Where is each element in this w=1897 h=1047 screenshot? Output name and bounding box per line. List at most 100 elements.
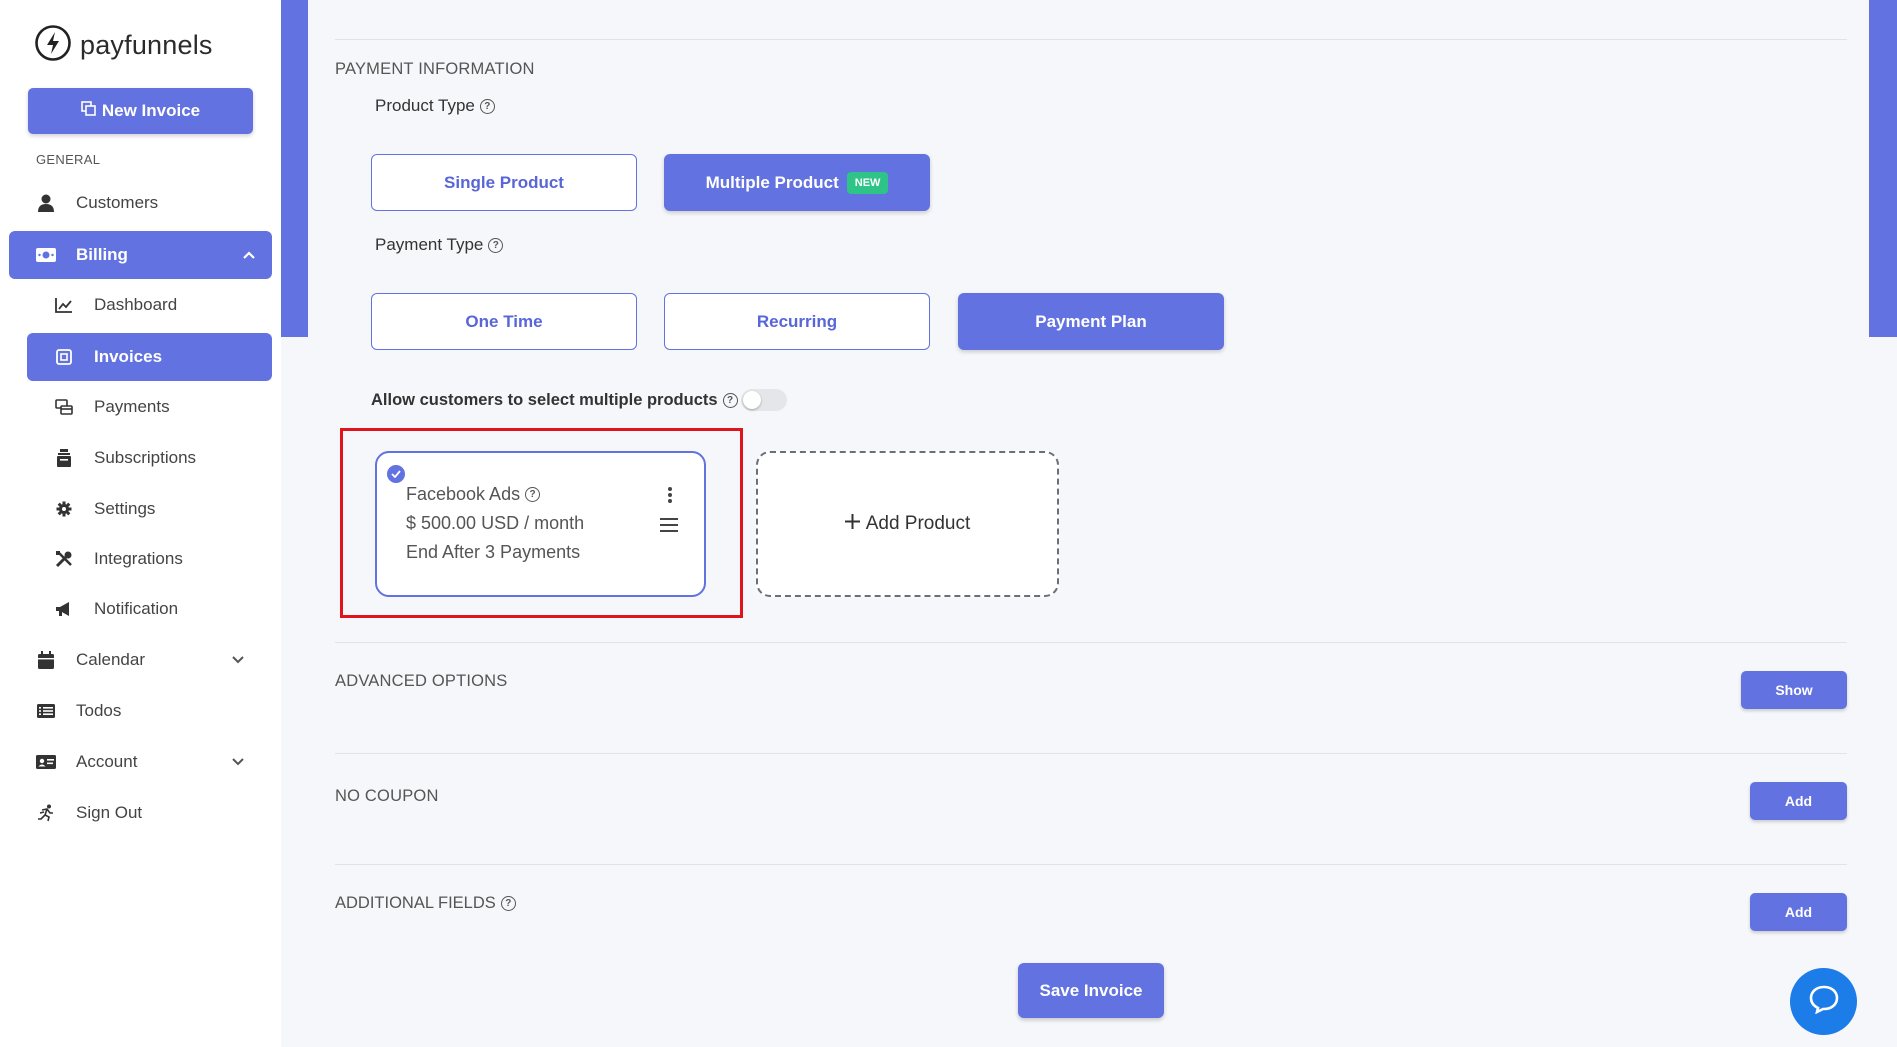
sidebar-item-label: Payments xyxy=(94,397,170,416)
product-price: $ 500.00 USD / month xyxy=(406,513,585,533)
sidebar-item-label: Todos xyxy=(76,701,122,720)
multiple-product-option[interactable]: Multiple Product NEW xyxy=(664,154,930,211)
sidebar-item-subscriptions[interactable]: Subscriptions xyxy=(54,434,254,482)
new-invoice-button[interactable]: New Invoice xyxy=(28,88,253,134)
divider xyxy=(335,642,1847,643)
product-card[interactable]: Facebook Ads ? $ 500.00 USD / month End … xyxy=(375,451,706,597)
help-icon[interactable]: ? xyxy=(500,896,516,911)
sidebar-item-settings[interactable]: Settings xyxy=(54,485,254,533)
new-badge: NEW xyxy=(846,171,889,194)
sidebar-item-notification[interactable]: Notification xyxy=(54,585,254,633)
add-product-button[interactable]: Add Product xyxy=(756,451,1059,597)
divider xyxy=(335,753,1847,754)
drag-handle-icon[interactable] xyxy=(660,518,678,537)
bolt-circle-icon xyxy=(34,24,72,67)
subscriptions-icon xyxy=(54,448,74,468)
allow-multiple-products-label: Allow customers to select multiple produ… xyxy=(371,391,738,410)
payments-icon xyxy=(54,397,74,417)
payment-information-heading: PAYMENT INFORMATION xyxy=(335,60,535,78)
brand-logo[interactable]: payfunnels xyxy=(34,24,213,67)
money-bill-icon xyxy=(36,245,56,265)
gear-icon xyxy=(54,499,74,519)
payment-type-label: Payment Type ? xyxy=(375,235,504,255)
list-icon xyxy=(36,701,56,721)
new-invoice-label: New Invoice xyxy=(101,101,201,120)
accent-bar-right xyxy=(1869,0,1897,337)
show-advanced-options-button[interactable]: Show xyxy=(1741,671,1847,709)
single-product-label: Single Product xyxy=(444,172,564,192)
invoice-icon xyxy=(54,347,74,367)
check-circle-icon xyxy=(387,465,405,483)
megaphone-icon xyxy=(54,599,74,619)
sidebar-item-integrations[interactable]: Integrations xyxy=(54,535,254,583)
sidebar-item-billing[interactable]: Billing xyxy=(9,231,272,279)
section-general-label: GENERAL xyxy=(36,152,101,167)
payment-type-text: Payment Type xyxy=(375,235,484,254)
help-icon[interactable]: ? xyxy=(488,237,504,253)
product-type-text: Product Type xyxy=(375,96,475,115)
chevron-down-icon xyxy=(231,650,245,670)
single-product-option[interactable]: Single Product xyxy=(371,154,637,211)
chat-support-button[interactable] xyxy=(1790,968,1857,1035)
sidebar-item-account[interactable]: Account xyxy=(36,738,261,786)
sidebar-item-invoices[interactable]: Invoices xyxy=(27,333,272,381)
divider xyxy=(335,864,1847,865)
one-time-label: One Time xyxy=(465,311,543,331)
payment-plan-option[interactable]: Payment Plan xyxy=(958,293,1224,350)
product-end: End After 3 Payments xyxy=(406,542,581,562)
more-vertical-icon[interactable] xyxy=(667,486,673,509)
sidebar-item-label: Notification xyxy=(94,599,179,618)
product-name: Facebook Ads xyxy=(406,484,521,504)
add-coupon-button[interactable]: Add xyxy=(1750,782,1847,820)
advanced-options-heading: ADVANCED OPTIONS xyxy=(335,672,508,690)
sidebar-item-calendar[interactable]: Calendar xyxy=(36,636,261,684)
add-product-label: Add Product xyxy=(865,513,971,534)
product-type-label: Product Type ? xyxy=(375,96,495,116)
toggle-knob xyxy=(743,391,761,409)
help-icon[interactable]: ? xyxy=(722,393,738,408)
sidebar-item-label: Settings xyxy=(94,499,156,518)
brand-name: payfunnels xyxy=(80,29,213,60)
help-icon[interactable]: ? xyxy=(525,487,541,502)
sidebar-item-label: Calendar xyxy=(76,650,145,669)
accent-bar-left xyxy=(281,0,308,337)
sidebar-item-label: Dashboard xyxy=(94,295,178,314)
one-time-option[interactable]: One Time xyxy=(371,293,637,350)
sidebar-item-todos[interactable]: Todos xyxy=(36,687,261,735)
calendar-icon xyxy=(36,650,56,670)
help-icon[interactable]: ? xyxy=(479,98,495,114)
chevron-down-icon xyxy=(231,752,245,772)
additional-fields-text: ADDITIONAL FIELDS xyxy=(335,894,496,912)
sidebar-item-label: Billing xyxy=(76,245,128,264)
chevron-up-icon xyxy=(242,245,256,265)
sidebar-item-customers[interactable]: Customers xyxy=(36,179,261,227)
recurring-option[interactable]: Recurring xyxy=(664,293,930,350)
no-coupon-heading: NO COUPON xyxy=(335,787,439,805)
payment-plan-label: Payment Plan xyxy=(1035,311,1147,331)
sidebar-item-sign-out[interactable]: Sign Out xyxy=(36,789,261,837)
sidebar-item-payments[interactable]: Payments xyxy=(54,383,254,431)
plus-icon xyxy=(844,513,860,535)
chart-line-icon xyxy=(54,295,74,315)
copy-icon xyxy=(81,101,96,121)
multiple-product-label: Multiple Product xyxy=(705,172,839,192)
user-icon xyxy=(36,193,56,213)
save-invoice-button[interactable]: Save Invoice xyxy=(1018,963,1164,1018)
sidebar-item-label: Account xyxy=(76,752,138,771)
tools-icon xyxy=(54,549,74,569)
add-additional-fields-button[interactable]: Add xyxy=(1750,893,1847,931)
sidebar-item-label: Sign Out xyxy=(76,803,143,822)
sidebar-item-label: Subscriptions xyxy=(94,448,197,467)
additional-fields-heading: ADDITIONAL FIELDS ? xyxy=(335,894,516,913)
chat-icon xyxy=(1808,984,1840,1019)
allow-multiple-products-toggle[interactable] xyxy=(741,389,787,411)
sidebar-item-dashboard[interactable]: Dashboard xyxy=(54,281,254,329)
sidebar-item-label: Invoices xyxy=(94,347,163,366)
sidebar-item-label: Customers xyxy=(76,193,159,212)
running-person-icon xyxy=(36,803,56,823)
recurring-label: Recurring xyxy=(756,311,838,331)
sidebar-item-label: Integrations xyxy=(94,549,183,568)
sidebar: payfunnels New Invoice GENERAL Customers… xyxy=(0,0,281,1047)
product-name-row: Facebook Ads ? xyxy=(406,484,541,505)
divider xyxy=(335,39,1847,40)
